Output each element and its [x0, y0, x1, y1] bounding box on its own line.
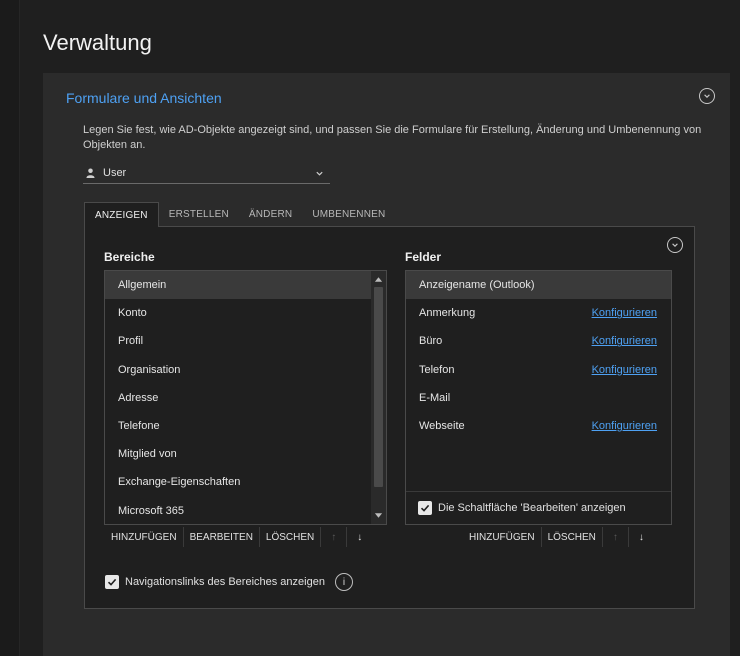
list-item[interactable]: Exchange-Eigenschaften — [105, 468, 386, 496]
field-label: Büro — [419, 335, 443, 348]
list-item[interactable]: Microsoft 365 — [105, 497, 386, 525]
list-item[interactable]: Webseite Konfigurieren — [406, 412, 671, 440]
nav-links-checkbox-row[interactable]: Navigationslinks des Bereiches anzeigen … — [105, 573, 353, 591]
move-down-icon[interactable]: ↓ — [347, 526, 372, 548]
list-item[interactable]: Anmerkung Konfigurieren — [406, 299, 671, 327]
tab-anzeigen[interactable]: ANZEIGEN — [84, 202, 159, 227]
bereiche-add-button[interactable]: HINZUFÜGEN — [105, 526, 183, 548]
edit-button-checkbox-row[interactable]: Die Schaltfläche 'Bearbeiten' anzeigen — [418, 501, 626, 515]
move-down-icon[interactable]: ↓ — [629, 526, 654, 548]
move-up-icon[interactable]: ↑ — [603, 526, 628, 548]
chevron-down-icon — [316, 171, 323, 176]
felder-delete-button[interactable]: LÖSCHEN — [542, 526, 602, 548]
left-rail — [0, 0, 20, 656]
field-label: Anzeigename (Outlook) — [419, 279, 535, 292]
bereiche-toolbar: HINZUFÜGEN BEARBEITEN LÖSCHEN ↑ ↓ — [105, 526, 372, 548]
configure-link[interactable]: Konfigurieren — [592, 420, 657, 432]
edit-button-checkbox-label: Die Schaltfläche 'Bearbeiten' anzeigen — [438, 502, 626, 514]
scroll-thumb[interactable] — [374, 287, 383, 487]
field-label: Telefon — [419, 363, 455, 376]
configure-link[interactable]: Konfigurieren — [592, 364, 657, 376]
configure-link[interactable]: Konfigurieren — [592, 307, 657, 319]
list-item[interactable]: Telefone — [105, 412, 386, 440]
list-item[interactable]: Anzeigename (Outlook) — [406, 271, 671, 300]
nav-links-checkbox[interactable] — [105, 575, 119, 589]
list-item[interactable]: Telefon Konfigurieren — [406, 356, 671, 384]
felder-toolbar: HINZUFÜGEN LÖSCHEN ↑ ↓ — [463, 526, 654, 548]
tab-bar: ANZEIGEN ERSTELLEN ÄNDERN UMBENENNEN — [84, 202, 395, 227]
felder-add-button[interactable]: HINZUFÜGEN — [463, 526, 541, 548]
tab-aendern[interactable]: ÄNDERN — [239, 202, 302, 226]
checkmark-icon — [420, 504, 430, 512]
list-item[interactable]: Büro Konfigurieren — [406, 327, 671, 355]
content-collapse-icon[interactable] — [667, 237, 683, 253]
list-item[interactable]: Konto — [105, 299, 386, 327]
bereiche-title: Bereiche — [104, 250, 155, 264]
field-label: E-Mail — [419, 391, 451, 404]
person-icon — [86, 168, 95, 178]
list-item[interactable]: Mitglied von — [105, 440, 386, 468]
list-item[interactable]: E-Mail — [406, 384, 671, 412]
bereiche-scrollbar[interactable] — [371, 271, 386, 524]
panel-title: Formulare und Ansichten — [66, 90, 222, 106]
list-item[interactable]: Organisation — [105, 356, 386, 384]
panel-description: Legen Sie fest, wie AD-Objekte angezeigt… — [83, 124, 702, 151]
felder-title: Felder — [405, 250, 442, 264]
bereiche-delete-button[interactable]: LÖSCHEN — [260, 526, 320, 548]
tab-erstellen[interactable]: ERSTELLEN — [159, 202, 239, 226]
tab-umbenennen[interactable]: UMBENENNEN — [302, 202, 395, 226]
edit-button-checkbox[interactable] — [418, 501, 432, 515]
bereiche-list[interactable]: Allgemein Konto Profil Organisation Adre… — [104, 270, 387, 525]
field-label: Anmerkung — [419, 307, 476, 320]
move-up-icon[interactable]: ↑ — [321, 526, 346, 548]
scroll-up-icon[interactable] — [374, 275, 383, 283]
configure-link[interactable]: Konfigurieren — [592, 335, 657, 347]
scroll-down-icon[interactable] — [374, 512, 383, 520]
forms-views-panel: Formulare und Ansichten Legen Sie fest, … — [43, 73, 730, 656]
list-item[interactable]: Profil — [105, 327, 386, 355]
list-item[interactable]: Adresse — [105, 384, 386, 412]
bereiche-edit-button[interactable]: BEARBEITEN — [184, 526, 259, 548]
list-item[interactable]: Allgemein — [105, 271, 386, 300]
felder-list[interactable]: Anzeigename (Outlook) Anmerkung Konfigur… — [405, 270, 672, 525]
felder-footer: Die Schaltfläche 'Bearbeiten' anzeigen — [406, 491, 671, 524]
checkmark-icon — [107, 578, 117, 586]
tab-content-anzeigen: Bereiche Allgemein Konto Profil Organisa… — [84, 226, 695, 609]
page-title: Verwaltung — [43, 30, 152, 55]
panel-collapse-icon[interactable] — [699, 88, 715, 104]
nav-links-checkbox-label: Navigationslinks des Bereiches anzeigen — [125, 576, 325, 588]
field-label: Webseite — [419, 420, 465, 433]
object-type-dropdown[interactable]: User — [83, 163, 330, 184]
dropdown-value: User — [103, 167, 127, 179]
info-icon[interactable]: i — [334, 573, 353, 591]
